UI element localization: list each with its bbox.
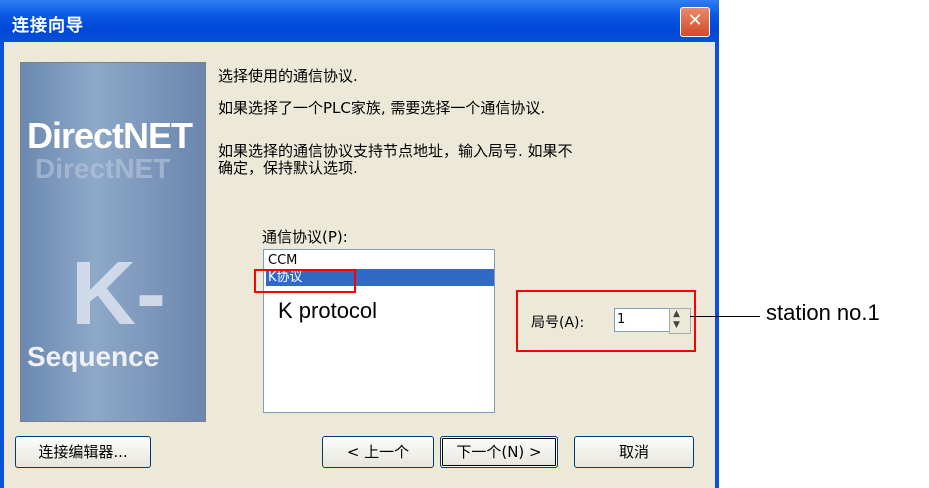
brand-echo: DirectNET <box>35 153 171 184</box>
highlight-box-protocol <box>254 269 356 293</box>
spinner-arrows-icon[interactable]: ▲ ▼ <box>669 308 691 334</box>
list-item-ccm[interactable]: CCM <box>266 252 494 269</box>
instruction-line-2: 如果选择了一个PLC家族, 需要选择一个通信协议. <box>218 99 546 117</box>
protocol-list-label: 通信协议(P): <box>262 228 348 246</box>
brand-k: K- <box>71 244 166 344</box>
station-callout: station no.1 <box>766 300 880 325</box>
window-frame-right <box>715 42 719 488</box>
cancel-button[interactable]: 取消 <box>574 436 694 468</box>
instruction-line-4: 确定，保持默认选项. <box>218 159 358 177</box>
instruction-line-1: 选择使用的通信协议. <box>218 67 358 85</box>
brand-sequence: Sequence <box>27 341 160 372</box>
brand-directnet: DirectNET <box>27 115 193 156</box>
window-title: 连接向导 <box>12 16 84 36</box>
instruction-line-3: 如果选择的通信协议支持节点地址，输入局号. 如果不 <box>218 142 573 160</box>
station-label: 局号(A): <box>531 315 585 331</box>
k-protocol-caption: K protocol <box>278 298 378 323</box>
station-number-input[interactable]: 1 <box>614 308 670 332</box>
wizard-side-image: DirectNET DirectNET K- Sequence <box>20 62 206 422</box>
back-button[interactable]: < 上一个 <box>322 436 434 468</box>
close-icon[interactable]: ✕ <box>680 7 710 37</box>
window-frame-left <box>0 42 4 488</box>
title-bar: 连接向导 ✕ <box>0 0 719 42</box>
callout-line <box>690 316 760 317</box>
next-button[interactable]: 下一个(N) > <box>440 436 558 468</box>
connection-editor-button[interactable]: 连接编辑器... <box>15 436 151 468</box>
connection-wizard-window: 连接向导 ✕ DirectNET DirectNET K- Sequence 选… <box>0 0 719 488</box>
